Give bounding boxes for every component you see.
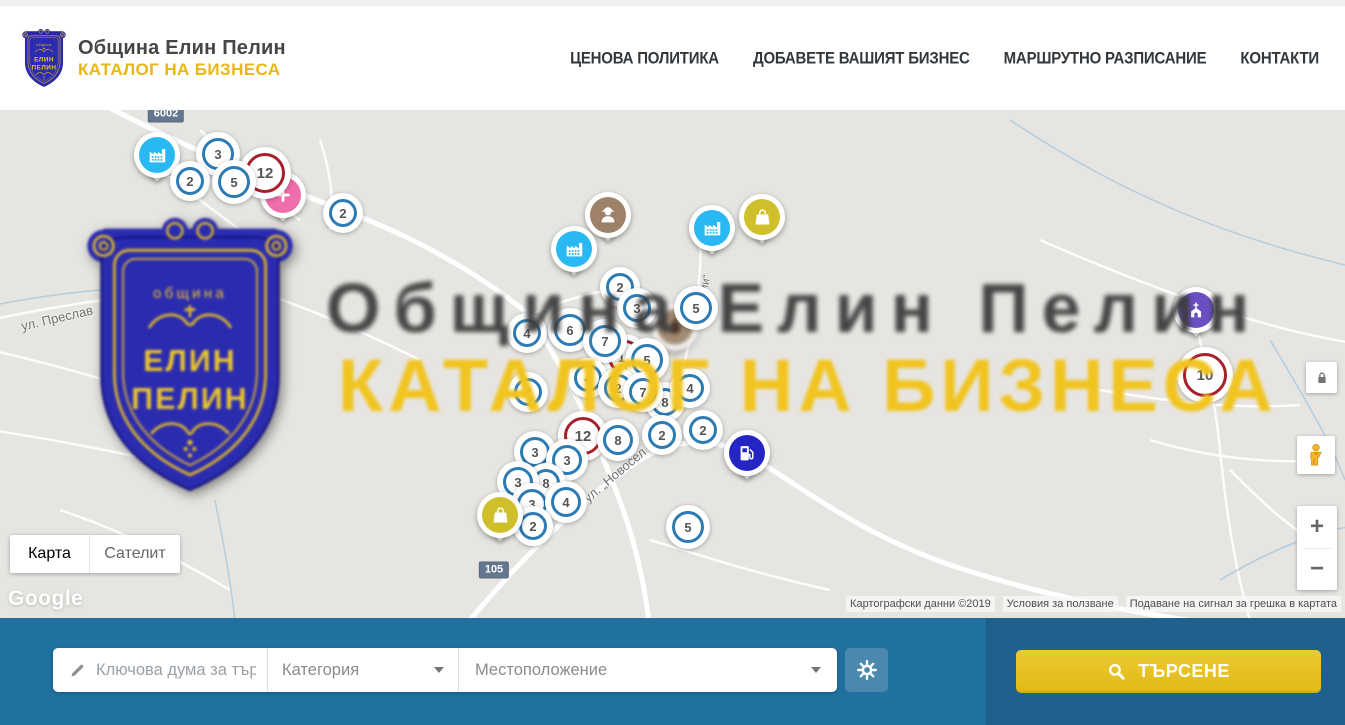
category-dropdown-label: Категория xyxy=(282,661,359,680)
pegman-icon xyxy=(1305,442,1327,468)
watermark-shield: община ЕЛИН ПЕЛИН xyxy=(82,210,298,500)
road-number-badge: 6002 xyxy=(148,110,184,123)
nav-bus-schedule[interactable]: МАРШРУТНО РАЗПИСАНИЕ xyxy=(1004,49,1207,67)
cluster-marker[interactable]: 5 xyxy=(666,505,710,549)
map-canvas[interactable]: ул. Преславбул. „Новоселции“ 6002105 xyxy=(0,110,1345,618)
keyword-section[interactable] xyxy=(53,648,268,692)
location-dropdown[interactable]: Местоположение xyxy=(459,648,837,692)
search-button[interactable]: ТЪРСЕНЕ xyxy=(1016,650,1321,693)
bag-icon xyxy=(482,497,518,533)
search-button-label: ТЪРСЕНЕ xyxy=(1138,661,1230,682)
attribution-report-link[interactable]: Подаване на сигнал за грешка в картата xyxy=(1126,596,1341,612)
main-nav: ЦЕНОВА ПОЛИТИКА ДОБАВЕТЕ ВАШИЯТ БИЗНЕС М… xyxy=(570,50,1345,67)
search-bar-left: Категория Местоположение xyxy=(0,618,986,725)
svg-text:ЕЛИН: ЕЛИН xyxy=(34,56,54,63)
cluster-count: 8 xyxy=(603,425,633,455)
bag-pin-marker[interactable] xyxy=(477,492,523,538)
factory-icon xyxy=(556,231,592,267)
fuel-icon xyxy=(729,435,765,471)
nav-pricing[interactable]: ЦЕНОВА ПОЛИТИКА xyxy=(570,49,719,67)
zoom-in-button[interactable]: + xyxy=(1297,506,1337,548)
location-dropdown-label: Местоположение xyxy=(475,661,607,680)
nav-contacts[interactable]: КОНТАКТИ xyxy=(1240,49,1319,67)
cluster-count: 5 xyxy=(218,166,250,198)
cluster-marker[interactable]: 4 xyxy=(545,481,587,523)
cluster-marker[interactable]: 5 xyxy=(212,160,256,204)
watermark-subtitle: КАТАЛОГ НА БИЗНЕСА xyxy=(338,349,1278,423)
pencil-icon xyxy=(69,662,86,679)
google-logo[interactable]: Google xyxy=(8,587,83,611)
attribution-copyright: Картографски данни ©2019 xyxy=(846,596,995,612)
page: община ЕЛИН ПЕЛИН Община Елин Пелин КАТА… xyxy=(0,0,1345,725)
pegman-button[interactable] xyxy=(1297,436,1335,474)
site-subtitle: КАТАЛОГ НА БИЗНЕСА xyxy=(78,60,286,80)
chevron-down-icon xyxy=(811,667,821,673)
keyword-search-input[interactable] xyxy=(96,661,256,680)
search-bar: Категория Местоположение xyxy=(0,618,1345,725)
search-icon xyxy=(1107,662,1126,681)
cluster-count: 2 xyxy=(519,512,547,540)
factory-pin-marker[interactable] xyxy=(551,226,597,272)
zoom-out-button[interactable]: − xyxy=(1297,549,1337,591)
nav-add-business[interactable]: ДОБАВЕТЕ ВАШИЯТ БИЗНЕС xyxy=(753,49,970,67)
municipality-logo-icon: община ЕЛИН ПЕЛИН xyxy=(20,28,68,88)
map-lock-button[interactable] xyxy=(1306,362,1337,393)
category-dropdown[interactable]: Категория xyxy=(268,648,459,692)
cluster-marker[interactable]: 2 xyxy=(323,193,363,233)
cluster-count: 2 xyxy=(176,167,204,195)
site-header: община ЕЛИН ПЕЛИН Община Елин Пелин КАТА… xyxy=(0,0,1345,110)
factory-icon xyxy=(139,137,175,173)
svg-text:ПЕЛИН: ПЕЛИН xyxy=(131,383,248,416)
map-type-satellite-button[interactable]: Сателит xyxy=(90,535,180,573)
map-type-map-button[interactable]: Карта xyxy=(10,535,90,573)
svg-text:община: община xyxy=(153,285,227,302)
advanced-search-button[interactable] xyxy=(845,648,888,692)
cluster-marker[interactable]: 2 xyxy=(170,161,210,201)
brand[interactable]: община ЕЛИН ПЕЛИН Община Елин Пелин КАТА… xyxy=(0,28,286,88)
search-group: Категория Местоположение xyxy=(53,648,837,692)
svg-text:ПЕЛИН: ПЕЛИН xyxy=(32,64,57,71)
road-number-badge: 105 xyxy=(479,562,509,579)
zoom-control: + − xyxy=(1297,506,1337,590)
watermark-title: Община Елин Пелин xyxy=(326,273,1262,343)
search-bar-right: ТЪРСЕНЕ xyxy=(986,618,1345,725)
cluster-count: 2 xyxy=(329,199,357,227)
factory-icon xyxy=(694,210,730,246)
chevron-down-icon xyxy=(434,667,444,673)
svg-text:община: община xyxy=(36,43,52,47)
bag-pin-marker[interactable] xyxy=(739,194,785,240)
map-attribution: Картографски данни ©2019 Условия за полз… xyxy=(846,596,1341,612)
map-type-control: Карта Сателит xyxy=(10,535,180,573)
svg-text:ЕЛИН: ЕЛИН xyxy=(143,345,237,378)
cluster-count: 5 xyxy=(672,511,704,543)
lock-icon xyxy=(1314,370,1330,386)
fuel-pin-marker[interactable] xyxy=(724,430,770,476)
factory-pin-marker[interactable] xyxy=(689,205,735,251)
cluster-count: 4 xyxy=(551,487,581,517)
attribution-terms-link[interactable]: Условия за ползване xyxy=(1003,596,1118,612)
site-title: Община Елин Пелин xyxy=(78,37,286,60)
bag-icon xyxy=(744,199,780,235)
gear-icon xyxy=(857,660,877,680)
